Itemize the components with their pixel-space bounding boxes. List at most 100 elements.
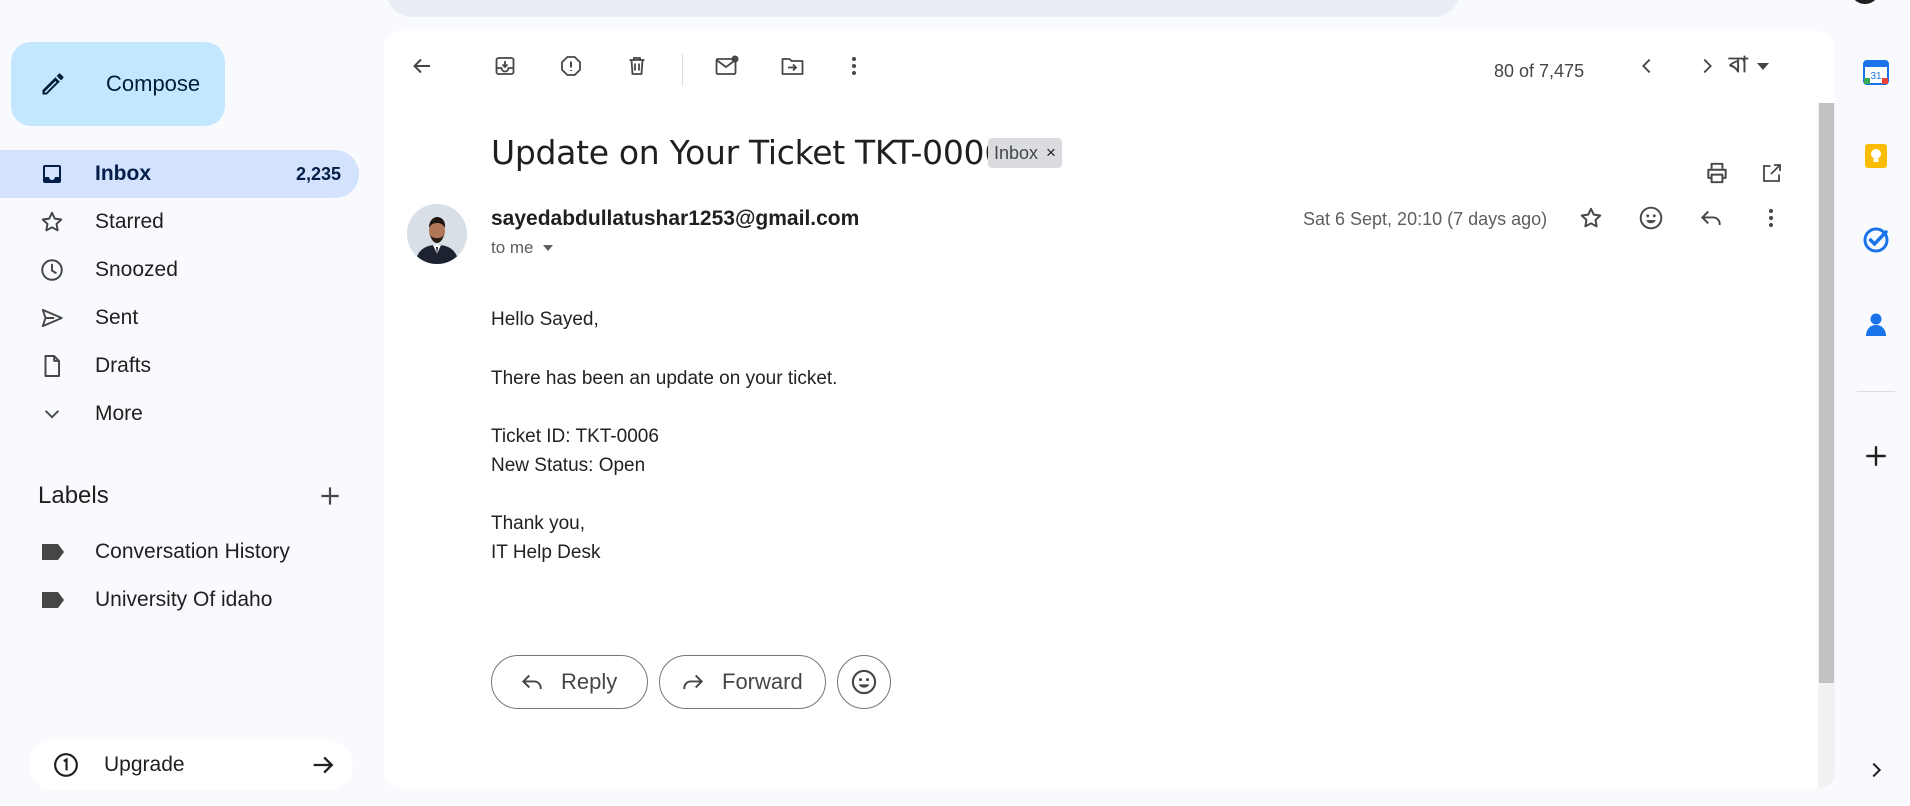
body-ticket-id: Ticket ID: TKT-0006 — [491, 426, 659, 447]
report-spam-button[interactable] — [551, 46, 591, 86]
sidebar-item-label: Starred — [95, 210, 164, 233]
delete-button[interactable] — [617, 46, 657, 86]
emoji-icon — [1639, 206, 1663, 230]
email-subject: Update on Your Ticket TKT-0006 — [491, 133, 1005, 172]
forward-label: Forward — [722, 669, 803, 694]
archive-icon — [495, 57, 515, 75]
arrow-left-icon — [413, 58, 430, 74]
compose-label: Compose — [106, 71, 201, 96]
add-addon-button[interactable] — [1860, 440, 1892, 472]
star-button[interactable] — [1571, 198, 1611, 238]
older-button[interactable] — [1687, 46, 1727, 86]
sidebar-item-starred[interactable]: Starred — [0, 198, 360, 246]
add-label-button[interactable] — [317, 483, 343, 509]
star-icon — [39, 209, 65, 235]
forward-icon — [683, 674, 704, 690]
sender-avatar[interactable] — [407, 204, 467, 264]
sidebar-item-label: Drafts — [95, 354, 152, 377]
print-icon — [1707, 162, 1727, 184]
reply-button[interactable]: Reply — [491, 655, 648, 709]
label-icon — [40, 590, 66, 610]
sender-email[interactable]: sayedabdullatushar1253@gmail.com — [491, 207, 859, 231]
label-item-university-of-idaho[interactable]: University Of idaho — [0, 576, 359, 624]
tasks-icon[interactable] — [1860, 224, 1892, 256]
inbox-icon — [39, 161, 65, 187]
body-signature: IT Help Desk — [491, 542, 601, 563]
back-button[interactable] — [402, 46, 442, 86]
more-options-button[interactable] — [834, 46, 874, 86]
sidebar-item-label: More — [95, 402, 143, 425]
print-button[interactable] — [1697, 153, 1737, 193]
labels-list: Conversation History University Of idaho — [0, 528, 359, 624]
chevron-right-icon — [1703, 58, 1712, 74]
send-icon — [39, 305, 65, 331]
sidebar-item-inbox[interactable]: Inbox 2,235 — [0, 150, 359, 198]
input-tool-label: বা — [1729, 51, 1748, 77]
newer-button[interactable] — [1627, 46, 1667, 86]
inbox-label-chip: Inbox × — [988, 138, 1062, 168]
pagination-text: 80 of 7,475 — [1494, 61, 1585, 81]
move-to-button[interactable] — [773, 46, 813, 86]
arrow-right-icon — [309, 751, 337, 779]
calendar-day: 31 — [1870, 71, 1882, 82]
move-to-folder-icon — [781, 58, 804, 75]
more-vert-icon — [1769, 209, 1773, 227]
unread-count: 2,235 — [295, 163, 341, 184]
emoji-icon — [851, 669, 877, 695]
label-item-conversation-history[interactable]: Conversation History — [0, 528, 359, 576]
plus-icon — [321, 487, 339, 505]
sidebar-item-more[interactable]: More — [0, 390, 360, 438]
search-bar[interactable] — [385, 0, 1461, 17]
star-icon — [1580, 207, 1602, 228]
mark-unread-icon — [715, 55, 739, 75]
scrollbar-thumb[interactable] — [1819, 103, 1834, 683]
reply-icon-button[interactable] — [1691, 198, 1731, 238]
pencil-icon — [39, 70, 87, 98]
chevron-down-icon — [39, 401, 65, 427]
input-tools-button[interactable]: বা — [1729, 46, 1770, 86]
sidebar-item-label: Sent — [95, 306, 139, 329]
open-in-new-icon — [1763, 164, 1781, 182]
calendar-icon[interactable]: 31 — [1860, 56, 1892, 88]
upgrade-button[interactable]: Upgrade — [29, 740, 353, 790]
message-more-button[interactable] — [1751, 198, 1791, 238]
upgrade-label: Upgrade — [104, 753, 185, 776]
sidebar-nav: Inbox 2,235 Starred Snoozed Sent Drafts … — [0, 150, 360, 438]
account-avatar[interactable] — [1850, 0, 1880, 4]
compose-button[interactable]: Compose — [11, 42, 225, 126]
caret-down-icon — [1756, 63, 1769, 70]
recipient-details-toggle[interactable]: to me — [491, 238, 554, 258]
reply-icon — [1700, 210, 1721, 226]
expand-side-panel-button[interactable] — [1860, 754, 1892, 786]
label-item-label: Conversation History — [95, 540, 290, 563]
mark-unread-button[interactable] — [707, 46, 747, 86]
reaction-button[interactable] — [837, 655, 891, 709]
caret-down-icon — [542, 245, 553, 251]
sidebar-item-snoozed[interactable]: Snoozed — [0, 246, 360, 294]
contacts-icon[interactable] — [1860, 308, 1892, 340]
toolbar-divider — [682, 54, 683, 86]
label-chip-text: Inbox — [994, 142, 1039, 163]
remove-label-button[interactable]: × — [1046, 143, 1056, 163]
sidebar-item-drafts[interactable]: Drafts — [0, 342, 360, 390]
forward-button[interactable]: Forward — [659, 655, 826, 709]
more-vert-icon — [852, 57, 856, 75]
recipient-label: to me — [491, 238, 534, 257]
keep-icon[interactable] — [1860, 140, 1892, 172]
sidebar-item-sent[interactable]: Sent — [0, 294, 360, 342]
upgrade-icon — [53, 752, 79, 778]
body-status: New Status: Open — [491, 455, 646, 476]
labels-header: Labels — [38, 478, 343, 514]
chevron-left-icon — [1642, 58, 1651, 74]
label-item-label: University Of idaho — [95, 588, 273, 611]
trash-icon — [629, 57, 645, 75]
plus-icon — [1866, 446, 1886, 466]
sidebar-item-label: Inbox — [95, 162, 151, 185]
open-new-window-button[interactable] — [1752, 153, 1792, 193]
side-panel-divider — [1857, 391, 1895, 392]
email-view: 80 of 7,475 বা Update on Your Ticket TKT… — [384, 31, 1835, 788]
add-reaction-button[interactable] — [1631, 198, 1671, 238]
archive-button[interactable] — [485, 46, 525, 86]
sidebar-item-label: Snoozed — [95, 258, 178, 281]
reply-icon — [521, 674, 542, 690]
